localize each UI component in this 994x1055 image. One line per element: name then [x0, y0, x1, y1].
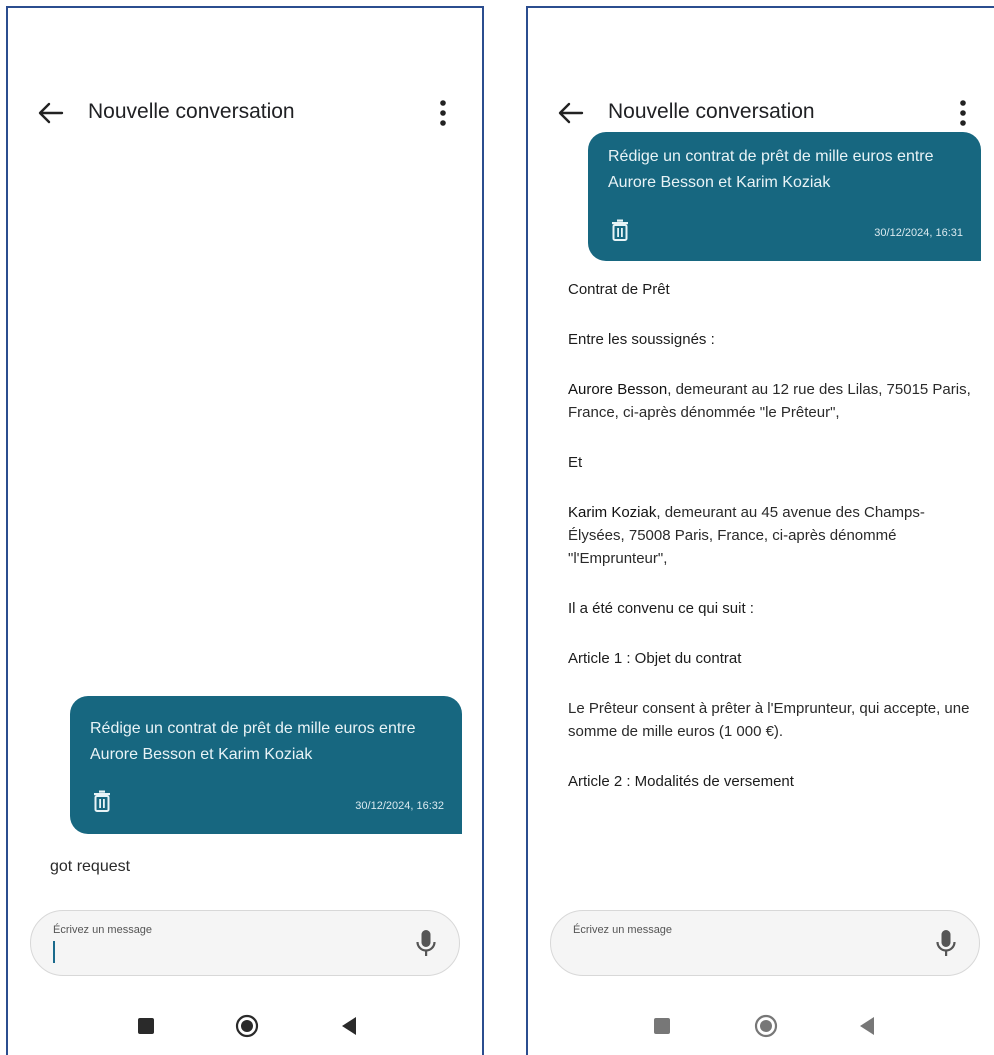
conversation-title: Nouvelle conversation [88, 100, 295, 123]
back-arrow-icon[interactable] [34, 96, 68, 130]
more-vert-icon[interactable] [436, 97, 450, 129]
message-input[interactable]: Écrivez un message [30, 910, 460, 976]
text-cursor [53, 941, 55, 963]
message-input-placeholder: Écrivez un message [53, 924, 153, 936]
article2-title: Article 2 : Modalités de versement [568, 773, 794, 790]
party2-name: Karim Koziak [568, 504, 657, 521]
assistant-reply: got request [50, 858, 131, 875]
back-arrow-icon[interactable] [554, 96, 588, 130]
user-message-bubble: Rédige un contrat de prêt de mille euros… [588, 132, 981, 261]
message-text: Rédige un contrat de prêt de mille euros… [608, 148, 934, 191]
contract-title: Contrat de Prêt [568, 281, 670, 298]
nav-recents-icon[interactable] [138, 1018, 154, 1034]
nav-recents-icon[interactable] [654, 1018, 670, 1034]
party2-paragraph: Karim Koziak, demeurant au 45 avenue des… [568, 501, 978, 570]
right-phone-screen: Nouvelle conversation Rédige un contrat … [526, 6, 994, 1055]
app-bar: Nouvelle conversation [8, 92, 482, 132]
message-timestamp: 30/12/2024, 16:32 [355, 800, 444, 812]
trash-icon[interactable] [610, 219, 630, 241]
party1-name: Aurore Besson [568, 381, 668, 398]
nav-home-icon[interactable] [235, 1014, 259, 1038]
message-timestamp: 30/12/2024, 16:31 [874, 227, 963, 239]
message-input[interactable]: Écrivez un message [550, 910, 980, 976]
nav-back-icon[interactable] [858, 1016, 876, 1036]
assistant-contract-document: Contrat de Prêt Entre les soussignés : A… [568, 278, 978, 820]
article1-title: Article 1 : Objet du contrat [568, 650, 742, 667]
nav-back-icon[interactable] [340, 1016, 358, 1036]
user-message-bubble: Rédige un contrat de prêt de mille euros… [70, 696, 462, 834]
trash-icon[interactable] [92, 790, 112, 812]
agreement-heading: Il a été convenu ce qui suit : [568, 600, 754, 617]
nav-home-icon[interactable] [754, 1014, 778, 1038]
microphone-icon[interactable] [415, 929, 437, 959]
message-text: Rédige un contrat de prêt de mille euros… [90, 720, 416, 763]
parties-heading: Entre les soussignés : [568, 331, 715, 348]
app-bar: Nouvelle conversation [528, 92, 994, 132]
conversation-title: Nouvelle conversation [608, 100, 815, 123]
message-input-placeholder: Écrivez un message [573, 924, 673, 936]
microphone-icon[interactable] [935, 929, 957, 959]
system-nav-bar [528, 1011, 994, 1041]
party1-paragraph: Aurore Besson, demeurant au 12 rue des L… [568, 378, 978, 424]
system-nav-bar [8, 1011, 482, 1041]
and-separator: Et [568, 454, 583, 471]
article1-body: Le Prêteur consent à prêter à l'Emprunte… [568, 700, 970, 740]
more-vert-icon[interactable] [956, 97, 970, 129]
left-phone-screen: Nouvelle conversation Rédige un contrat … [6, 6, 484, 1055]
